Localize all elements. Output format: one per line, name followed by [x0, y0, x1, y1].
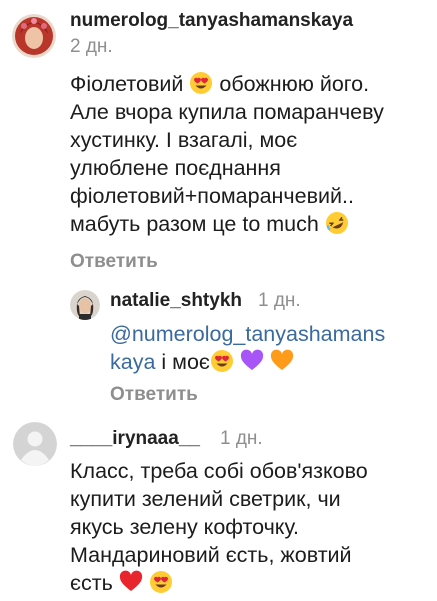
purple-heart-emoji-icon — [240, 349, 264, 380]
comment-text-line: Але вчора купила помаранчеву — [70, 100, 384, 124]
comment-username[interactable]: ____irynaaa__ — [70, 428, 200, 450]
comment-time: 2 дн. — [70, 36, 113, 57]
comment-text-line: фіолетовий+помаранчевий.. — [70, 184, 354, 208]
default-avatar-icon — [13, 422, 57, 466]
comment-time: 1 дн. — [220, 428, 263, 449]
avatar[interactable] — [12, 14, 56, 58]
comment-text-segment: мабуть разом це to much — [70, 212, 319, 236]
comment-text-line: Мандариновий єсть, жовтий — [70, 543, 352, 567]
orange-heart-emoji-icon — [270, 349, 294, 380]
comment-text-segment: Фіолетовий — [70, 72, 184, 96]
comment-username[interactable]: numerolog_tanyashamanskaya — [70, 10, 353, 32]
red-heart-emoji-icon — [119, 570, 143, 601]
comment-text-line: улюблене поєднання — [70, 156, 281, 180]
avatar-image — [70, 290, 100, 320]
mention-link[interactable]: @numerolog_tanyashamans — [110, 320, 385, 348]
comment-text-line: єсть — [70, 569, 173, 601]
avatar[interactable] — [70, 290, 100, 320]
avatar-image — [12, 14, 56, 58]
comment-time: 1 дн. — [258, 290, 301, 311]
comment-text-segment: обожнюю його. — [219, 72, 370, 96]
comment-text-segment: і моє — [161, 350, 210, 374]
heart-eyes-emoji-icon — [149, 570, 173, 601]
reply-button[interactable]: Ответить — [70, 251, 158, 273]
rolling-laughing-emoji-icon — [325, 211, 349, 242]
avatar[interactable] — [13, 422, 57, 466]
heart-eyes-emoji-icon — [210, 349, 234, 380]
comment-username[interactable]: natalie_shtykh — [110, 290, 242, 312]
comment-text-line: мабуть разом це to much — [70, 210, 349, 242]
comment-text-line: kaya і моє — [110, 348, 294, 380]
comment-text-line: Класс, треба собі обов'язково — [70, 459, 368, 483]
mention-link[interactable]: kaya — [110, 350, 155, 374]
comment-text-line: купити зелений светрик, чи — [70, 487, 341, 511]
comment-text-line: якусь зелену кофточку. — [70, 515, 300, 539]
comment-text-segment: єсть — [70, 571, 113, 595]
reply-button[interactable]: Ответить — [110, 384, 198, 406]
comment-text-line: хустинку. І взагалі, моє — [70, 128, 298, 152]
